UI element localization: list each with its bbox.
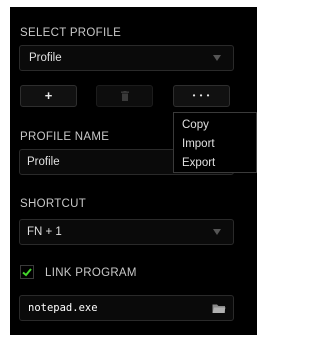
program-path-value: notepad.exe [28,302,98,314]
menu-item-copy[interactable]: Copy [182,118,209,132]
folder-icon[interactable] [212,303,226,314]
profile-dropdown-value: Profile [29,52,62,64]
more-options-button[interactable]: • • • [173,85,230,107]
program-path-input[interactable]: notepad.exe [19,295,234,321]
select-profile-label: SELECT PROFILE [20,27,122,39]
chevron-down-icon [213,229,221,235]
trash-icon [121,91,129,101]
add-profile-button[interactable]: + [20,85,77,107]
shortcut-dropdown[interactable]: FN + 1 [19,219,234,245]
link-program-checkbox[interactable] [20,265,34,279]
profile-dropdown[interactable]: Profile [19,45,234,71]
menu-item-export[interactable]: Export [182,156,215,170]
delete-profile-button[interactable] [96,85,153,107]
check-icon [22,268,32,277]
link-program-label: LINK PROGRAM [45,267,137,279]
profile-name-value: Profile [27,156,60,168]
profile-name-label: PROFILE NAME [20,131,110,143]
more-dots-icon: • • • [192,91,211,100]
menu-item-import[interactable]: Import [182,137,215,151]
profile-context-menu: Copy Import Export [173,112,257,173]
plus-icon: + [44,88,53,103]
shortcut-dropdown-value: FN + 1 [27,226,62,238]
chevron-down-icon [213,55,221,61]
shortcut-label: SHORTCUT [20,198,87,210]
